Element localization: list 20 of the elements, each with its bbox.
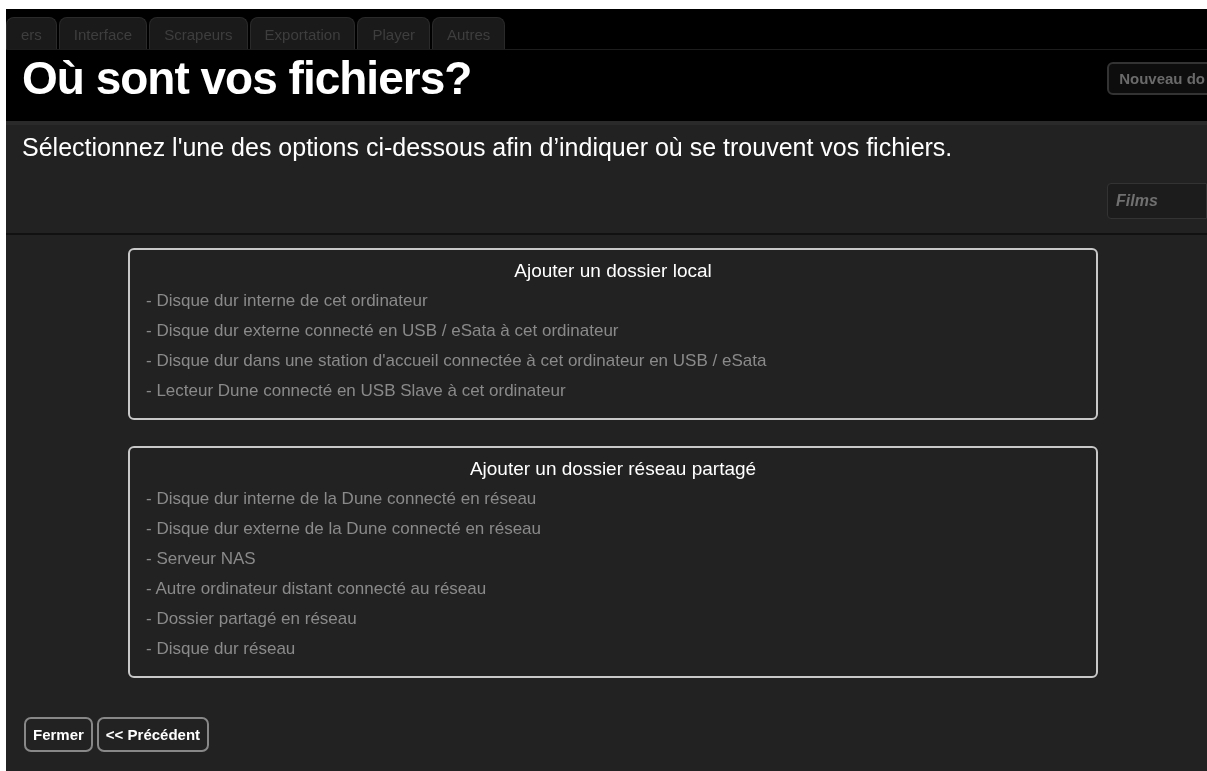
option-item: - Disque dur externe de la Dune connecté en réseau xyxy=(146,518,543,540)
option-item: - Autre ordinateur distant connecté au réseau xyxy=(146,578,488,600)
category-field[interactable]: Films xyxy=(1107,183,1207,219)
dialog-subtitle: Sélectionnez l'une des options ci-dessous afin d’indiquer où se trouvent vos fichiers. xyxy=(22,132,954,163)
option-item: - Disque dur dans une station d'accueil connectée à cet ordinateur en USB / eSata xyxy=(146,350,768,372)
option-title: Ajouter un dossier réseau partagé xyxy=(468,458,758,480)
option-title: Ajouter un dossier local xyxy=(513,260,713,282)
option-item: - Disque dur réseau xyxy=(146,638,297,660)
option-item: - Disque dur externe connecté en USB / eSata à cet ordinateur xyxy=(146,320,620,342)
option-item: - Dossier partagé en réseau xyxy=(146,608,358,630)
footer-button[interactable]: << Précédent xyxy=(96,717,210,752)
option-item: - Disque dur interne de la Dune connecté en réseau xyxy=(146,488,538,510)
dialog-title: Où sont vos fichiers? xyxy=(22,53,472,103)
option-card[interactable] xyxy=(128,446,1098,678)
option-item: - Serveur NAS xyxy=(146,548,257,570)
new-folder-button[interactable]: Nouveau do xyxy=(1107,62,1207,95)
option-item: - Lecteur Dune connecté en USB Slave à cet ordinateur xyxy=(146,380,567,402)
option-card[interactable] xyxy=(128,248,1098,420)
option-item: - Disque dur interne de cet ordinateur xyxy=(146,290,429,312)
footer-button[interactable]: Fermer xyxy=(24,717,93,752)
